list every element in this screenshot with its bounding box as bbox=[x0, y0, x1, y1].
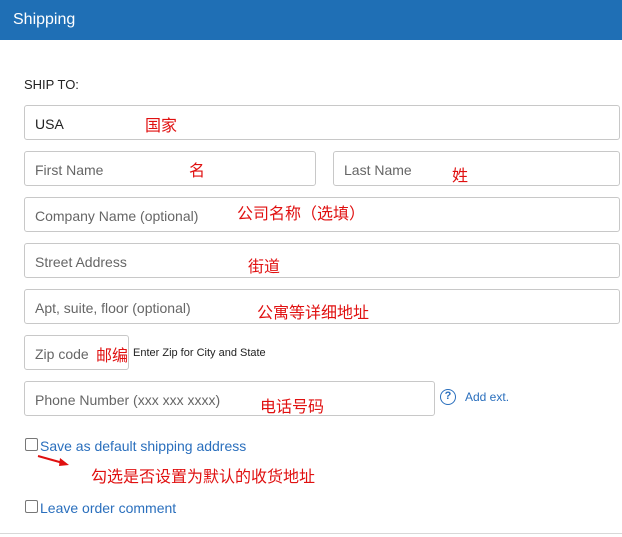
bottom-divider bbox=[0, 533, 622, 534]
arrow-icon bbox=[37, 455, 69, 466]
company-placeholder: Company Name (optional) bbox=[35, 208, 199, 224]
order-comment-label[interactable]: Leave order comment bbox=[40, 500, 176, 516]
last-name-input[interactable]: Last Name bbox=[333, 151, 620, 186]
country-value: USA bbox=[35, 116, 64, 132]
last-name-placeholder: Last Name bbox=[344, 162, 412, 178]
phone-annotation: 电话号码 bbox=[260, 399, 325, 416]
apt-annotation: 公寓等详细地址 bbox=[257, 305, 370, 322]
add-ext-link[interactable]: Add ext. bbox=[465, 390, 509, 404]
street-annotation: 街道 bbox=[248, 259, 281, 276]
apt-placeholder: Apt, suite, floor (optional) bbox=[35, 300, 191, 316]
shipping-header: Shipping bbox=[0, 0, 622, 40]
zip-placeholder: Zip code bbox=[35, 346, 89, 362]
country-annotation: 国家 bbox=[145, 118, 178, 135]
ship-to-label: SHIP TO: bbox=[24, 77, 79, 92]
default-address-checkbox[interactable] bbox=[25, 438, 38, 451]
street-input[interactable]: Street Address bbox=[24, 243, 620, 278]
phone-input[interactable]: Phone Number (xxx xxx xxxx) bbox=[24, 381, 435, 416]
company-annotation: 公司名称（选填） bbox=[237, 206, 366, 223]
zip-hint: Enter Zip for City and State bbox=[133, 347, 266, 359]
order-comment-checkbox[interactable] bbox=[25, 500, 38, 513]
country-select[interactable]: USA bbox=[24, 105, 620, 140]
default-address-label[interactable]: Save as default shipping address bbox=[40, 438, 246, 454]
street-placeholder: Street Address bbox=[35, 254, 127, 270]
default-address-annotation: 勾选是否设置为默认的收货地址 bbox=[91, 469, 316, 486]
header-title: Shipping bbox=[13, 11, 76, 28]
first-name-annotation: 名 bbox=[189, 163, 206, 180]
first-name-placeholder: First Name bbox=[35, 162, 104, 178]
zip-annotation: 邮编 bbox=[96, 348, 129, 365]
first-name-input[interactable]: First Name bbox=[24, 151, 316, 186]
last-name-annotation: 姓 bbox=[452, 168, 469, 185]
help-icon[interactable]: ? bbox=[440, 389, 456, 405]
phone-placeholder: Phone Number (xxx xxx xxxx) bbox=[35, 392, 221, 408]
